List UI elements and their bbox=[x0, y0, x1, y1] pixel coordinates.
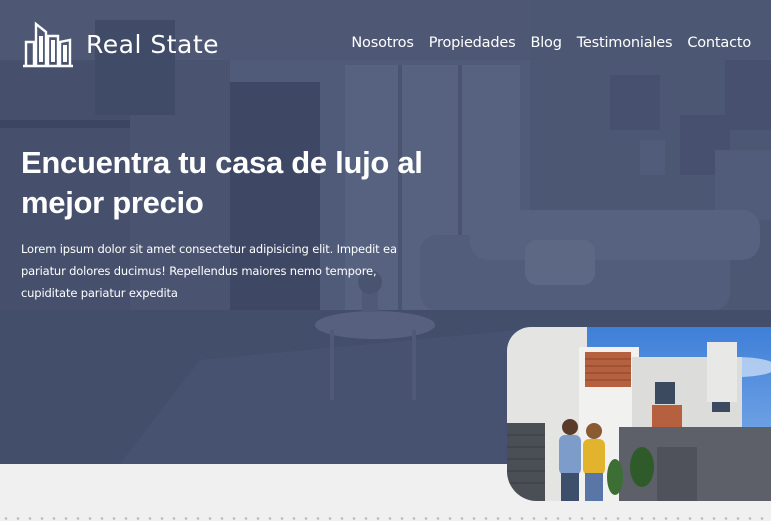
hero-description: Lorem ipsum dolor sit amet consectetur a… bbox=[21, 242, 397, 300]
brand-logo[interactable]: Real State bbox=[22, 20, 219, 68]
nav-link-testimoniales[interactable]: Testimoniales bbox=[577, 35, 673, 51]
nav-link-nosotros[interactable]: Nosotros bbox=[351, 35, 414, 51]
brand-name: Real State bbox=[86, 29, 220, 59]
nav-link-contacto[interactable]: Contacto bbox=[687, 35, 751, 51]
nav-link-blog[interactable]: Blog bbox=[530, 35, 561, 51]
site-header: Real State Nosotros Propiedades Blog Tes… bbox=[0, 0, 771, 90]
dotted-divider bbox=[0, 516, 771, 521]
house-photo-illustration bbox=[507, 327, 771, 501]
buildings-icon bbox=[23, 21, 73, 68]
nav-link-propiedades[interactable]: Propiedades bbox=[429, 35, 516, 51]
hero-headline: Encuentra tu casa de lujo al mejor preci… bbox=[21, 145, 423, 220]
couple-house-photo bbox=[507, 327, 771, 501]
main-nav: Nosotros Propiedades Blog Testimoniales … bbox=[351, 35, 751, 51]
